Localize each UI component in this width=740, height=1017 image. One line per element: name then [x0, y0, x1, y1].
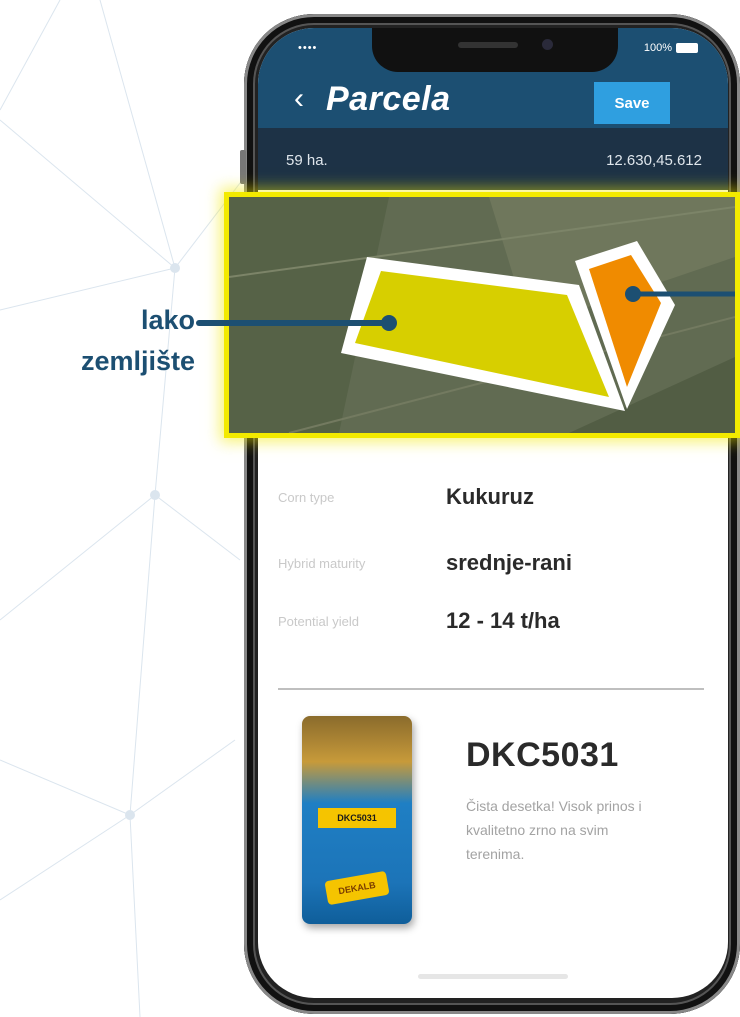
phone-notch — [372, 28, 618, 72]
callout-label-2: zemljište — [20, 346, 195, 377]
chevron-left-icon[interactable]: ‹ — [294, 84, 304, 114]
battery-percent: 100% — [643, 42, 672, 54]
seed-bag-image: DKC5031 DEKALB — [302, 716, 412, 924]
seed-bag-label: DKC5031 — [318, 808, 396, 828]
battery-indicator: 100% — [644, 42, 698, 54]
signal-indicator: •••• — [298, 42, 318, 54]
page-title: Parcela — [326, 80, 451, 118]
product-description: Čista desetka! Visok prinos i kvalitetno… — [466, 798, 642, 862]
parcel-coordinates: 12.630,45.612 — [606, 152, 702, 169]
callout-label: lako — [30, 305, 195, 336]
map-satellite-view — [229, 197, 735, 433]
parcel-info-bar: 59 ha. 12.630,45.612 — [258, 128, 728, 190]
phone-screen: •••• 100% ‹ Parcela Save 59 ha. 12.630,4… — [258, 28, 728, 998]
detail-value: Kukuruz — [446, 484, 534, 509]
home-indicator[interactable] — [418, 974, 568, 979]
dekalb-logo: DEKALB — [324, 870, 390, 906]
section-divider — [278, 688, 704, 690]
callout-connector — [196, 320, 388, 326]
detail-label: Potential yield — [278, 614, 359, 629]
callout-line-1: lako — [140, 305, 195, 335]
front-camera — [542, 39, 553, 50]
product-name: DKC5031 — [466, 736, 619, 774]
callout-line-2: zemljište — [80, 346, 195, 376]
battery-icon — [676, 43, 698, 53]
detail-label: Corn type — [278, 490, 335, 505]
save-button[interactable]: Save — [594, 82, 670, 124]
phone-side-button — [240, 150, 246, 184]
detail-label: Hybrid maturity — [278, 556, 366, 571]
parcel-map[interactable] — [224, 192, 740, 438]
detail-value: 12 - 14 t/ha — [446, 608, 560, 633]
speaker-grille — [458, 42, 518, 48]
detail-value: srednje-rani — [446, 550, 572, 575]
parcel-area: 59 ha. — [286, 152, 328, 169]
